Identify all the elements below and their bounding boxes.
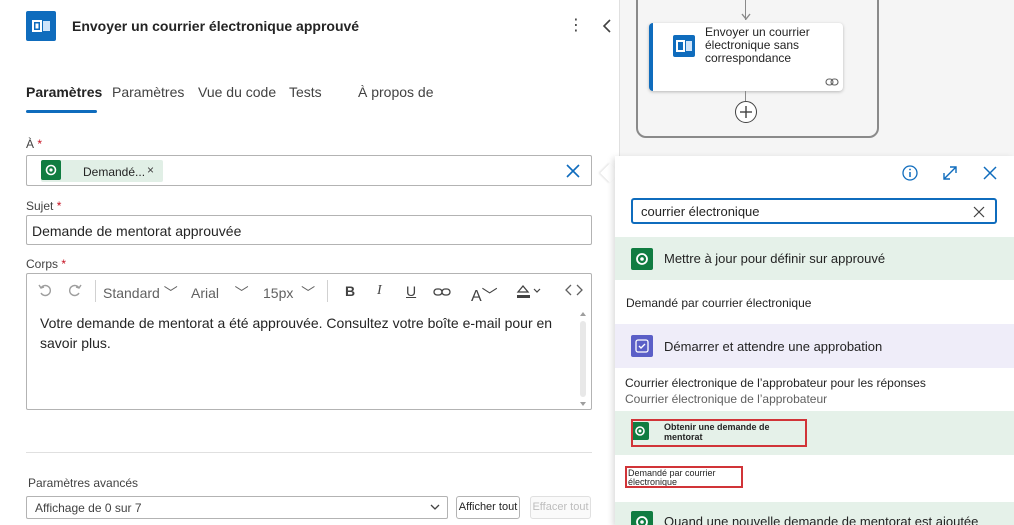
- dynamic-content-item[interactable]: Courrier électronique de l’approbateur p…: [625, 376, 926, 390]
- bold-icon[interactable]: B: [345, 283, 355, 299]
- chip-label: Demandé...: [83, 165, 146, 179]
- subject-field[interactable]: Demande de mentorat approuvée: [26, 215, 592, 245]
- font-size-dropdown[interactable]: 15px ﹀: [263, 283, 315, 303]
- to-label: À *: [26, 137, 43, 151]
- body-label: Corps *: [26, 257, 67, 271]
- section-title: Quand une nouvelle demande de mentorat e…: [664, 514, 979, 525]
- dynamic-token-chip[interactable]: Demandé... ×: [41, 160, 163, 182]
- chevron-down-icon: [429, 500, 441, 519]
- approvals-icon: [631, 335, 653, 357]
- active-tab-indicator: [26, 110, 97, 113]
- connector-line: [745, 91, 746, 101]
- clear-icon[interactable]: [564, 162, 582, 180]
- dynamic-content-flyout: courrier électronique Mettre à jour pour…: [615, 156, 1014, 525]
- font-color-icon[interactable]: A﹀: [471, 282, 498, 306]
- link-icon[interactable]: [433, 285, 451, 301]
- section-start-approval[interactable]: Démarrer et attendre une approbation: [615, 324, 1014, 368]
- undo-icon[interactable]: [37, 282, 53, 301]
- underline-icon[interactable]: U: [406, 283, 416, 299]
- body-editor[interactable]: Standard ﹀ Arial ﹀ 15px ﹀ B I U A﹀ Votre…: [26, 273, 592, 410]
- highlight-color-icon[interactable]: [515, 283, 545, 302]
- search-value: courrier électronique: [641, 204, 760, 219]
- dataverse-icon: [41, 160, 61, 180]
- advanced-parameters-label: Paramètres avancés: [28, 476, 139, 490]
- italic-icon[interactable]: I: [377, 283, 382, 299]
- advanced-select-value: Affichage de 0 sur 7: [35, 501, 142, 515]
- subject-value: Demande de mentorat approuvée: [32, 223, 242, 239]
- outlook-icon: [673, 35, 695, 57]
- advanced-parameters-select[interactable]: Affichage de 0 sur 7: [26, 496, 448, 519]
- show-all-button[interactable]: Afficher tout: [456, 496, 520, 519]
- info-icon[interactable]: [901, 164, 919, 182]
- dynamic-content-item-description: Courrier électronique de l’approbateur: [625, 392, 828, 406]
- clear-all-button[interactable]: Effacer tout: [530, 496, 591, 519]
- section-update-approved[interactable]: Mettre à jour pour définir sur approuvé: [615, 237, 1014, 280]
- dataverse-icon: [631, 511, 653, 525]
- action-card[interactable]: Envoyer un courrier électronique sans co…: [649, 23, 843, 91]
- redo-icon[interactable]: [67, 282, 83, 301]
- section-title: Mettre à jour pour définir sur approuvé: [664, 251, 886, 266]
- dynamic-content-item[interactable]: Demandé par courrier électronique: [626, 296, 811, 310]
- expand-icon[interactable]: [941, 164, 959, 182]
- section-title: Démarrer et attendre une approbation: [664, 339, 883, 354]
- search-input[interactable]: courrier électronique: [631, 198, 997, 224]
- toolbar-separator: [327, 280, 328, 302]
- highlight-box: [631, 419, 807, 447]
- tab-settings[interactable]: Paramètres: [112, 84, 184, 100]
- tab-testing[interactable]: Tests: [289, 84, 322, 100]
- editor-toolbar: Standard ﹀ Arial ﹀ 15px ﹀ B I U A﹀: [27, 274, 591, 309]
- section-new-mentorship-request[interactable]: Quand une nouvelle demande de mentorat e…: [615, 502, 1014, 525]
- toolbar-separator: [95, 280, 96, 302]
- subject-label: Sujet *: [26, 199, 62, 213]
- collapse-panel-icon[interactable]: [598, 15, 616, 37]
- panel-header: Envoyer un courrier électronique approuv…: [0, 0, 620, 54]
- action-details-panel: Envoyer un courrier électronique approuv…: [0, 0, 620, 525]
- tab-about[interactable]: À propos de: [358, 84, 434, 100]
- link-icon: [825, 74, 839, 86]
- font-dropdown[interactable]: Arial ﹀: [191, 283, 249, 303]
- editor-scrollbar[interactable]: [575, 309, 591, 409]
- dataverse-icon: [631, 248, 653, 270]
- clear-search-icon[interactable]: [973, 205, 985, 218]
- more-options-icon[interactable]: ⋮: [567, 15, 585, 37]
- close-icon[interactable]: [981, 164, 999, 182]
- outlook-icon: [26, 11, 56, 41]
- panel-title: Envoyer un courrier électronique approuv…: [72, 18, 360, 34]
- to-field[interactable]: Demandé... ×: [26, 155, 592, 186]
- format-dropdown[interactable]: Standard ﹀: [103, 283, 178, 303]
- add-step-button[interactable]: [735, 101, 757, 123]
- tab-parameters[interactable]: Paramètres: [26, 84, 102, 100]
- section-divider: [26, 452, 592, 453]
- action-card-title: Envoyer un courrier électronique sans co…: [705, 25, 810, 65]
- code-view-icon[interactable]: [565, 282, 583, 301]
- chip-remove-icon[interactable]: ×: [147, 163, 154, 177]
- body-text: Votre demande de mentorat a été approuvé…: [40, 315, 553, 351]
- highlight-box: [625, 466, 743, 488]
- tab-code-view[interactable]: Vue du code: [198, 84, 276, 100]
